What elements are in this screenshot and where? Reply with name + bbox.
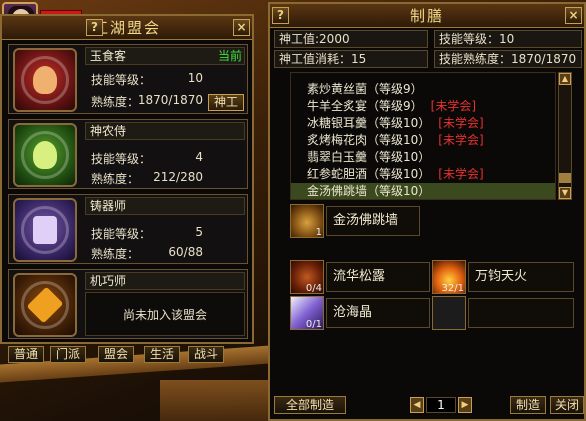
guild-card-name: 玉食客 当前 xyxy=(85,47,245,65)
recipe-row[interactable]: 冰糖银耳羹（等级10） [未学会] xyxy=(291,115,555,132)
proficiency-value: 60/88 xyxy=(168,245,203,259)
skill-level-value: 4 xyxy=(195,150,203,164)
fire-icon[interactable]: 32/1 xyxy=(432,260,466,294)
make-button[interactable]: 制造 xyxy=(510,396,546,414)
truffle-icon[interactable]: 0/4 xyxy=(290,260,324,294)
proficiency-label: 熟练度： xyxy=(91,95,140,109)
next-page-icon[interactable]: ▶ xyxy=(458,397,472,413)
material-count: 0/1 xyxy=(305,319,322,330)
skill-level-label: 技能等级： xyxy=(91,227,152,241)
scroll-down-icon[interactable]: ▼ xyxy=(559,187,571,199)
recipe-scrollbar[interactable]: ▲ ▼ xyxy=(558,72,572,200)
material-count: 32/1 xyxy=(441,283,464,294)
material-name: 沧海晶 xyxy=(326,298,430,328)
material-name: 万钧天火 xyxy=(468,262,574,292)
guild-card-name: 机巧师 xyxy=(85,272,245,290)
tab-sect[interactable]: 门派 xyxy=(50,346,86,363)
material-name: 流华松露 xyxy=(326,262,430,292)
close-panel-button[interactable]: 关闭 xyxy=(550,396,584,414)
recipe-row-selected[interactable]: 金汤佛跳墙（等级10） xyxy=(291,183,555,199)
close-button[interactable]: × xyxy=(233,19,250,36)
tab-normal[interactable]: 普通 xyxy=(8,346,44,363)
recipe-row[interactable]: 红参蛇胆酒（等级10） [未学会] xyxy=(291,166,555,183)
proficiency-value: 212/280 xyxy=(153,170,203,184)
make-all-button[interactable]: 全部制造 xyxy=(274,396,346,414)
guild-card-name: 铸器师 xyxy=(85,197,245,215)
skill-level-label: 技能等级： xyxy=(91,152,152,166)
recipe-row[interactable]: 翡翠白玉羹（等级10） xyxy=(291,149,555,166)
tab-battle[interactable]: 战斗 xyxy=(188,346,224,363)
tab-life[interactable]: 生活 xyxy=(144,346,180,363)
recipe-row[interactable]: 炙烤梅花肉（等级10） [未学会] xyxy=(291,132,555,149)
wooden-beam xyxy=(160,380,270,421)
product-name: 金汤佛跳墙 xyxy=(326,206,420,236)
current-badge: 当前 xyxy=(217,49,242,63)
shengong-value: 神工值:2000 xyxy=(274,30,428,48)
recipe-list: 素炒黄丝菌（等级9） 牛羊全炙宴（等级9） [未学会] 冰糖银耳羹（等级10） [未… xyxy=(290,72,556,200)
shengong-cost: 神工值消耗：15 xyxy=(274,50,428,68)
skill-level-label: 技能等级： xyxy=(91,73,152,87)
help-button[interactable]: ? xyxy=(272,7,289,24)
smith-emblem-icon xyxy=(13,198,77,262)
guild-card-chef[interactable]: 玉食客 当前 技能等级： 10 熟练度： 1870/1870 神工 xyxy=(8,44,248,114)
not-joined-message: 尚未加入该盟会 xyxy=(85,292,245,336)
help-button[interactable]: ? xyxy=(86,19,103,36)
tab-guild[interactable]: 盟会 xyxy=(98,346,134,363)
skill-proficiency: 技能熟练度：1870/1870 xyxy=(434,50,582,68)
cooking-panel: 制膳 ? × 神工值:2000 技能等级：10 神工值消耗：15 技能熟练度：1… xyxy=(268,2,586,421)
product-slot[interactable]: 1 xyxy=(290,204,324,238)
shengong-button[interactable]: 神工 xyxy=(208,94,244,111)
skill-level-value: 10 xyxy=(187,71,203,85)
guild-panel: 江湖盟会 ? × 玉食客 当前 技能等级： 10 熟练度： 1870/1870 … xyxy=(0,14,254,363)
category-tabs: 普通 门派 盟会 生活 战斗 xyxy=(8,346,248,364)
skill-level: 技能等级：10 xyxy=(434,30,582,48)
proficiency-value: 1870/1870 xyxy=(137,93,203,107)
product-count: 1 xyxy=(315,227,322,238)
guild-card-farmer[interactable]: 神农侍 技能等级： 4 熟练度： 212/280 xyxy=(8,119,248,189)
material-count: 0/4 xyxy=(305,283,322,294)
chef-emblem-icon xyxy=(13,48,77,112)
scroll-up-icon[interactable]: ▲ xyxy=(559,73,571,85)
guild-card-smith[interactable]: 铸器师 技能等级： 5 熟练度： 60/88 xyxy=(8,194,248,264)
skill-level-value: 5 xyxy=(195,225,203,239)
proficiency-label: 熟练度： xyxy=(91,247,140,261)
guild-panel-title: 江湖盟会 xyxy=(2,16,252,40)
empty-slot[interactable] xyxy=(432,296,466,330)
cooking-panel-title: 制膳 xyxy=(270,4,584,28)
proficiency-label: 熟练度： xyxy=(91,172,140,186)
mechanic-emblem-icon xyxy=(13,273,77,337)
crystal-icon[interactable]: 0/1 xyxy=(290,296,324,330)
farmer-emblem-icon xyxy=(13,123,77,187)
page-number-input[interactable]: 1 xyxy=(426,397,456,413)
close-button[interactable]: × xyxy=(565,7,582,24)
material-name xyxy=(468,298,574,328)
guild-card-mechanic[interactable]: 机巧师 尚未加入该盟会 xyxy=(8,269,248,339)
prev-page-icon[interactable]: ◀ xyxy=(410,397,424,413)
recipe-row[interactable]: 素炒黄丝菌（等级9） xyxy=(291,81,555,98)
guild-card-name: 神农侍 xyxy=(85,122,245,140)
recipe-row[interactable]: 牛羊全炙宴（等级9） [未学会] xyxy=(291,98,555,115)
scroll-thumb[interactable] xyxy=(559,173,571,183)
